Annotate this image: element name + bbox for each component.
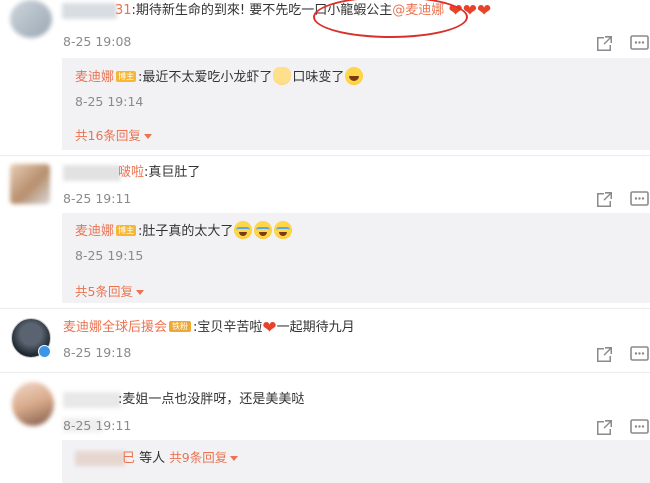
laugh-cry-emoji-icon [254, 221, 273, 239]
reply-summary: 巳 等人 共9条回复 [122, 449, 239, 468]
fanclub-username[interactable]: 麦迪娜全球后援会 [63, 320, 167, 335]
reply-text: :最近不太爱吃小龙虾了 [138, 70, 273, 85]
caret-down-icon [230, 456, 239, 461]
username-suffix[interactable]: 31 [115, 3, 132, 18]
avatar[interactable] [10, 0, 52, 38]
reply-line: 麦迪娜 博主:肚子真的太大了 [75, 221, 293, 241]
comment-date: 8-25 19:11 [63, 191, 132, 206]
more-replies-label[interactable]: 共5条回复 [75, 284, 133, 299]
highlight-circle [313, 0, 468, 38]
divider [0, 372, 650, 373]
comment-date: 8-25 19:08 [63, 34, 132, 49]
comment-body: 一起期待九月 [276, 320, 355, 335]
comment-icon[interactable] [630, 190, 650, 208]
reply-summary-middle: 等人 [135, 451, 170, 466]
avatar[interactable] [12, 382, 54, 426]
reply-date: 8-25 19:14 [75, 94, 144, 109]
author-badge: 博主 [116, 71, 137, 82]
laugh-emoji-icon [345, 67, 364, 85]
fan-badge: 铁粉 [169, 321, 192, 332]
comment-icon[interactable] [630, 345, 650, 363]
avatar[interactable] [10, 164, 50, 204]
comment-icon[interactable] [630, 418, 650, 436]
share-icon[interactable] [595, 34, 617, 52]
comment-date: 8-25 19:11 [63, 418, 132, 433]
share-icon[interactable] [595, 345, 617, 363]
more-replies-link[interactable]: 共16条回复 [75, 125, 152, 144]
username-blurred[interactable] [75, 451, 125, 466]
share-icon[interactable] [595, 418, 617, 436]
divider [0, 308, 650, 309]
reply-username[interactable]: 麦迪娜 [75, 224, 114, 239]
verified-icon [38, 345, 51, 358]
username-blurred[interactable] [62, 3, 117, 19]
username-suffix[interactable]: 啵啦 [118, 165, 144, 180]
laugh-cry-emoji-icon [274, 221, 293, 239]
comment-text: 啵啦:真巨肚了 [118, 164, 200, 182]
caret-down-icon [143, 134, 152, 139]
more-replies-link[interactable]: 共5条回复 [75, 281, 144, 300]
comment-text: :麦姐一点也没胖呀，还是美美哒 [118, 391, 304, 409]
hand-emoji-icon [273, 67, 292, 85]
reply-username[interactable]: 麦迪娜 [75, 70, 114, 85]
more-replies-link[interactable]: 共9条回复 [169, 450, 239, 465]
comment-body: :麦姐一点也没胖呀，还是美美哒 [118, 392, 305, 407]
comment-body: :宝贝辛苦啦 [193, 320, 263, 335]
reply-line: 麦迪娜 博主:最近不太爱吃小龙虾了 口味变了 [75, 67, 364, 87]
reply-username-suffix[interactable]: 巳 [122, 451, 135, 466]
divider [0, 155, 650, 156]
more-replies-label[interactable]: 共9条回复 [169, 450, 227, 465]
heart-icon: ❤ [476, 1, 492, 21]
author-badge: 博主 [116, 225, 137, 236]
laugh-cry-emoji-icon [234, 221, 253, 239]
username-blurred[interactable] [63, 392, 121, 408]
more-replies-label[interactable]: 共16条回复 [75, 128, 141, 143]
caret-down-icon [135, 290, 144, 295]
username-blurred[interactable] [63, 165, 121, 181]
comment-body: :真巨肚了 [144, 165, 201, 180]
comment-icon[interactable] [630, 34, 650, 52]
reply-date: 8-25 19:15 [75, 248, 144, 263]
reply-text: :肚子真的太大了 [138, 224, 234, 239]
share-icon[interactable] [595, 190, 617, 208]
reply-text: 口味变了 [292, 70, 345, 85]
comment-date: 8-25 19:18 [63, 345, 132, 360]
heart-icon: ❤ [262, 318, 277, 338]
comment-text: 麦迪娜全球后援会 铁粉:宝贝辛苦啦❤一起期待九月 [63, 319, 355, 337]
